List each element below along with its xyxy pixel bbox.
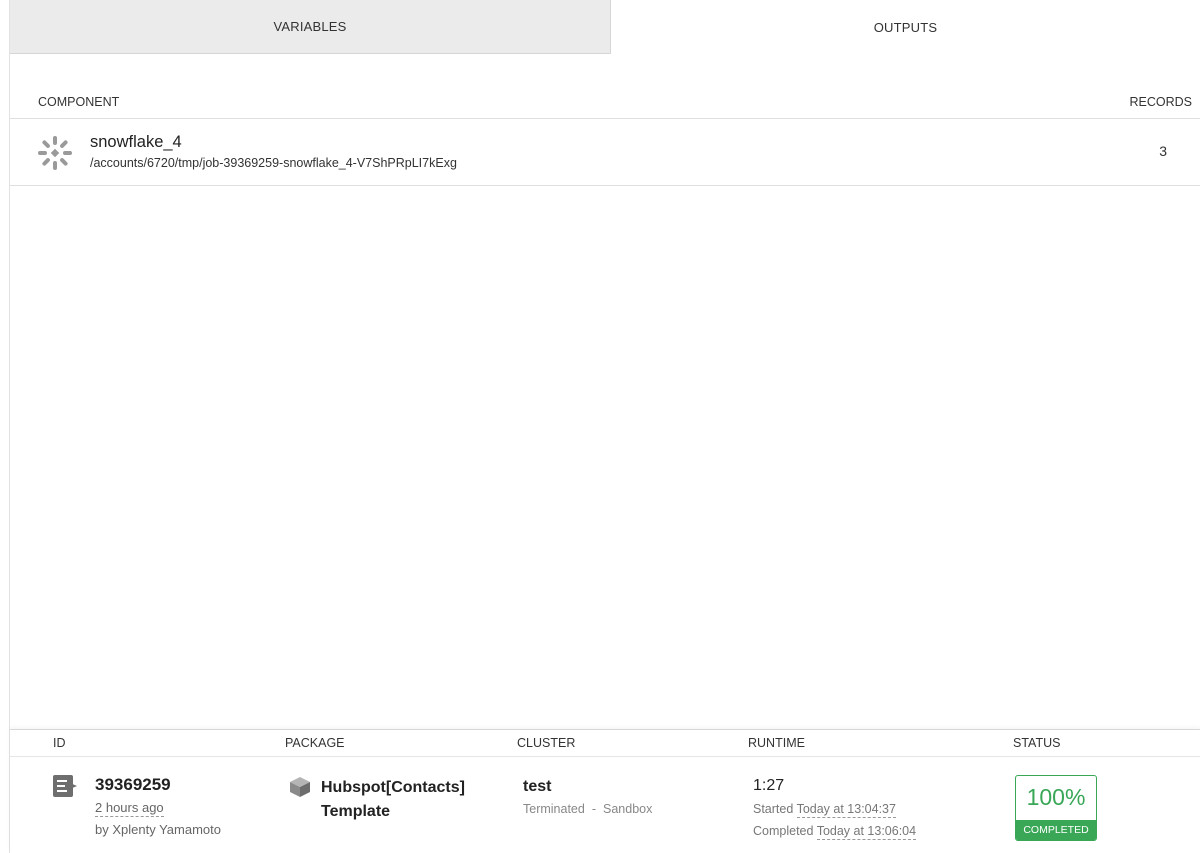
status-percent: 100% xyxy=(1026,784,1086,810)
status-label: COMPLETED xyxy=(1016,820,1096,840)
cluster-type: Sandbox xyxy=(603,802,653,816)
cluster-name[interactable]: test xyxy=(523,778,551,796)
component-path: /accounts/6720/tmp/job-39369259-snowflak… xyxy=(90,156,457,170)
outputs-table-header: COMPONENT RECORDS xyxy=(10,88,1200,119)
completed-label: Completed xyxy=(753,824,814,838)
package-name[interactable]: Hubspot[Contacts] Template xyxy=(321,776,491,824)
column-header-status: STATUS xyxy=(1013,736,1061,750)
runtime-started: Started Today at 13:04:37 xyxy=(753,802,896,818)
started-time: Today at 13:04:37 xyxy=(796,802,896,818)
package-cube-icon xyxy=(290,777,310,797)
column-header-cluster: CLUSTER xyxy=(517,736,576,750)
cluster-meta: Terminated - Sandbox xyxy=(523,802,652,816)
column-header-id: ID xyxy=(53,736,66,750)
job-icon xyxy=(53,775,77,797)
tab-bar: VARIABLES OUTPUTS xyxy=(10,0,1200,54)
snowflake-icon xyxy=(38,136,72,170)
status-badge[interactable]: 100% COMPLETED xyxy=(1015,775,1097,841)
column-header-component: COMPONENT xyxy=(38,95,120,109)
record-count: 3 xyxy=(1159,143,1167,159)
cluster-separator: - xyxy=(591,802,597,816)
started-label: Started xyxy=(753,802,794,816)
cluster-state: Terminated xyxy=(523,802,585,816)
column-header-package: PACKAGE xyxy=(285,736,345,750)
job-table-header: ID PACKAGE CLUSTER RUNTIME STATUS xyxy=(10,730,1200,757)
job-summary-bar: ID PACKAGE CLUSTER RUNTIME STATUS 393692… xyxy=(10,729,1200,853)
job-created-time: 2 hours ago xyxy=(95,800,164,817)
tab-outputs[interactable]: OUTPUTS xyxy=(611,0,1200,54)
component-name[interactable]: snowflake_4 xyxy=(90,133,182,152)
job-id[interactable]: 39369259 xyxy=(95,775,171,795)
completed-time: Today at 13:06:04 xyxy=(816,824,917,840)
runtime-duration: 1:27 xyxy=(753,777,785,794)
left-edge-border xyxy=(0,0,10,853)
job-owner: by Xplenty Yamamoto xyxy=(95,822,221,837)
tab-variables[interactable]: VARIABLES xyxy=(10,0,611,54)
column-header-records: RECORDS xyxy=(1129,95,1192,109)
table-row[interactable]: snowflake_4 /accounts/6720/tmp/job-39369… xyxy=(10,119,1200,186)
column-header-runtime: RUNTIME xyxy=(748,736,805,750)
runtime-completed: Completed Today at 13:06:04 xyxy=(753,824,917,840)
